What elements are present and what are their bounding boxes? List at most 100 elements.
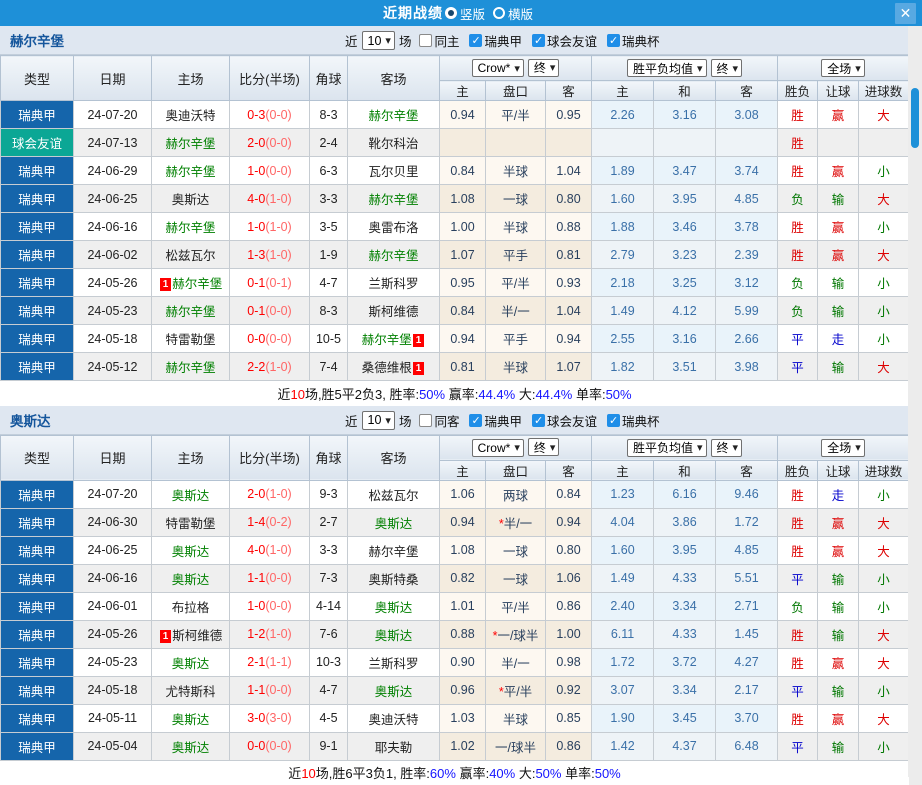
result-cell: 胜 [778, 241, 818, 269]
league3-label[interactable]: 瑞典杯 [622, 31, 660, 50]
corner-cell: 9-1 [310, 732, 348, 760]
handicap-cell: 一/球半 [486, 732, 546, 760]
avg-away-cell: 2.66 [716, 325, 778, 353]
date-cell: 24-07-13 [74, 129, 152, 157]
avg-odds-select[interactable]: 胜平负均值 [627, 59, 707, 77]
league3-checkbox[interactable] [607, 414, 620, 427]
filter-bar: 近 10 场 同客 瑞典甲 球会友谊 瑞典杯 [345, 406, 662, 435]
bookmaker-select[interactable]: Crow* [472, 59, 524, 77]
summary-part: 40% [489, 766, 515, 781]
handicap-result-cell: 输 [818, 185, 859, 213]
fulltime-score: 0-1 [247, 276, 265, 290]
summary-part: 44.4% [478, 387, 515, 402]
match-row: 瑞典甲24-06-16奥斯达1-1(0-0)7-3奥斯特桑0.82一球1.061… [1, 564, 909, 592]
match-count-select[interactable]: 10 [362, 411, 395, 430]
avg-away-cell [716, 129, 778, 157]
scrollbar-thumb[interactable] [911, 88, 919, 148]
team-label: 奥斯达 [172, 741, 210, 755]
col-corner: 角球 [310, 435, 348, 480]
league-type-cell: 瑞典甲 [1, 592, 74, 620]
horizontal-layout-label[interactable]: 横版 [508, 4, 533, 23]
same-venue-checkbox[interactable] [419, 414, 432, 427]
score-cell: 1-0(0-0) [230, 592, 310, 620]
handicap-result-cell: 赢 [818, 508, 859, 536]
handicap-label: 一/球半 [497, 629, 538, 643]
sub-col-avg-away: 客 [716, 81, 778, 101]
score-cell: 0-3(0-0) [230, 101, 310, 129]
scope-select[interactable]: 全场 [821, 59, 865, 77]
scrollbar-track[interactable] [908, 26, 922, 777]
league1-label[interactable]: 瑞典甲 [484, 411, 522, 430]
avg-home-cell: 1.60 [592, 185, 654, 213]
avg-away-cell: 3.98 [716, 353, 778, 381]
away-odds-cell [546, 129, 592, 157]
goals-result-cell: 大 [859, 704, 909, 732]
final-odds-select-2[interactable]: 终 [711, 59, 743, 77]
halftime-score: (0-0) [265, 304, 291, 318]
halftime-score: (0-0) [265, 739, 291, 753]
vertical-layout-radio[interactable] [445, 7, 457, 19]
horizontal-layout-radio[interactable] [493, 7, 505, 19]
team-label: 赫尔辛堡 [172, 277, 222, 291]
goals-result-cell: 小 [859, 676, 909, 704]
result-cell: 胜 [778, 536, 818, 564]
same-venue-label[interactable]: 同主 [434, 31, 459, 50]
filter-games-label: 场 [399, 31, 412, 50]
same-venue-checkbox[interactable] [419, 34, 432, 47]
league3-checkbox[interactable] [607, 34, 620, 47]
score-cell: 1-0(0-0) [230, 157, 310, 185]
league2-label[interactable]: 球会友谊 [547, 411, 597, 430]
avg-home-cell: 2.18 [592, 269, 654, 297]
vertical-layout-label[interactable]: 竖版 [460, 4, 485, 23]
fulltime-score: 1-0 [247, 599, 265, 613]
card-badge: 1 [160, 630, 172, 643]
league1-checkbox[interactable] [469, 414, 482, 427]
league2-label[interactable]: 球会友谊 [547, 31, 597, 50]
home-team-cell: 1斯柯维德 [152, 620, 230, 648]
same-venue-label[interactable]: 同客 [434, 411, 459, 430]
final-odds-select-1[interactable]: 终 [528, 438, 560, 456]
league3-label[interactable]: 瑞典杯 [622, 411, 660, 430]
handicap-result-cell: 赢 [818, 704, 859, 732]
scope-select[interactable]: 全场 [821, 439, 865, 457]
goals-result-cell: 大 [859, 620, 909, 648]
score-cell: 1-2(1-0) [230, 620, 310, 648]
summary-part: 场,胜6平3负1, 胜率: [316, 766, 430, 781]
league2-checkbox[interactable] [532, 34, 545, 47]
away-odds-cell: 0.93 [546, 269, 592, 297]
handicap-label: 平/半 [501, 109, 529, 123]
date-cell: 24-05-23 [74, 297, 152, 325]
result-cell: 负 [778, 269, 818, 297]
corner-cell: 4-14 [310, 592, 348, 620]
final-odds-select-2[interactable]: 终 [711, 439, 743, 457]
bookmaker-select[interactable]: Crow* [472, 439, 524, 457]
halftime-score: (3-0) [265, 711, 291, 725]
score-cell: 2-1(1-1) [230, 648, 310, 676]
team-label: 兰斯科罗 [368, 657, 418, 671]
away-odds-cell: 0.85 [546, 704, 592, 732]
league1-checkbox[interactable] [469, 34, 482, 47]
avg-away-cell: 2.39 [716, 241, 778, 269]
team-label: 奥迪沃特 [368, 713, 418, 727]
home-odds-cell: 0.94 [440, 101, 486, 129]
home-odds-cell: 0.94 [440, 325, 486, 353]
fulltime-score: 1-3 [247, 248, 265, 262]
handicap-result-cell: 赢 [818, 241, 859, 269]
handicap-label: 平/半 [501, 277, 529, 291]
league-type-cell: 瑞典甲 [1, 269, 74, 297]
avg-away-cell: 5.51 [716, 564, 778, 592]
league1-label[interactable]: 瑞典甲 [484, 31, 522, 50]
close-icon[interactable]: ✕ [895, 3, 916, 24]
match-row: 球会友谊24-07-13赫尔辛堡2-0(0-0)2-4靴尔科治胜 [1, 129, 909, 157]
league2-checkbox[interactable] [532, 414, 545, 427]
home-odds-cell: 0.90 [440, 648, 486, 676]
score-cell: 1-0(1-0) [230, 213, 310, 241]
avg-draw-cell: 3.45 [654, 704, 716, 732]
final-odds-select-1[interactable]: 终 [528, 59, 560, 77]
corner-cell: 7-4 [310, 353, 348, 381]
handicap-cell: *半/一 [486, 508, 546, 536]
recent-matches-table-helsingborg: 类型 日期 主场 比分(半场) 角球 客场 Crow*终 胜平负均值终 全场 主… [0, 55, 909, 406]
avg-odds-select[interactable]: 胜平负均值 [627, 439, 707, 457]
match-count-select[interactable]: 10 [362, 31, 395, 50]
home-team-cell: 奥斯达 [152, 704, 230, 732]
